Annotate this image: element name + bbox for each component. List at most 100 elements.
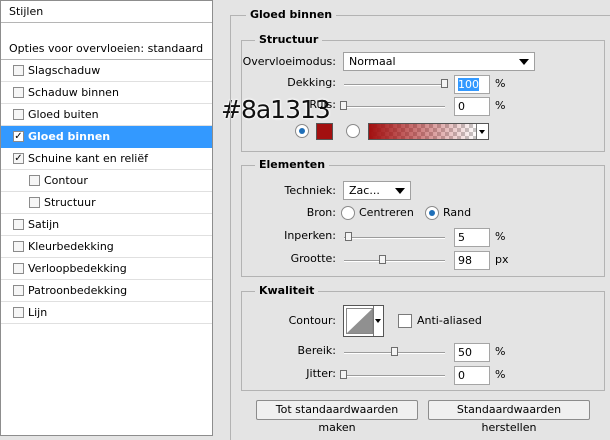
style-item-label: Gloed buiten [28, 108, 99, 121]
size-input[interactable]: 98 [454, 251, 490, 270]
choke-unit: % [495, 230, 506, 243]
choke-slider-thumb[interactable] [345, 232, 352, 241]
jitter-label: Jitter: [306, 367, 336, 380]
opacity-unit: % [495, 77, 506, 90]
chevron-down-icon [519, 59, 529, 65]
choke-value: 5 [458, 231, 465, 244]
style-checkbox[interactable]: ✓ [13, 131, 24, 142]
size-slider-track[interactable] [344, 260, 445, 262]
style-item-slagschaduw[interactable]: Slagschaduw [1, 60, 212, 82]
style-item-verloopbedekking[interactable]: Verloopbedekking [1, 258, 212, 280]
range-unit: % [495, 345, 506, 358]
noise-value: 0 [458, 100, 465, 113]
range-value: 50 [458, 346, 472, 359]
chevron-down-icon [375, 319, 381, 323]
source-center-label[interactable]: Centreren [359, 205, 414, 221]
style-checkbox[interactable] [13, 263, 24, 274]
opacity-slider-thumb[interactable] [441, 79, 448, 88]
style-item-structuur[interactable]: Structuur [1, 192, 212, 214]
choke-label: Inperken: [284, 229, 336, 242]
jitter-input[interactable]: 0 [454, 366, 490, 385]
gradient-picker[interactable] [368, 123, 489, 140]
choke-slider-track[interactable] [344, 237, 445, 239]
chevron-down-icon [395, 188, 405, 194]
contour-dropdown-button[interactable] [373, 306, 383, 336]
panel-title: Gloed binnen [246, 8, 337, 22]
opacity-value: 100 [458, 78, 479, 91]
choke-input[interactable]: 5 [454, 228, 490, 247]
noise-unit: % [495, 99, 506, 112]
style-checkbox[interactable] [13, 285, 24, 296]
style-item-label: Structuur [44, 196, 96, 209]
source-label: Bron: [306, 206, 336, 219]
opacity-label: Dekking: [287, 76, 336, 89]
range-label: Bereik: [297, 344, 337, 357]
solid-color-radio[interactable] [295, 124, 309, 138]
blending-options-item[interactable]: Opties voor overvloeien: standaard [1, 38, 212, 60]
style-item-kleurbedekking[interactable]: Kleurbedekking [1, 236, 212, 258]
blend-mode-label: Overvloeimodus: [242, 55, 336, 68]
elements-title: Elementen [255, 158, 330, 172]
style-checkbox[interactable] [13, 241, 24, 252]
glow-color-swatch[interactable] [316, 123, 333, 140]
style-checkbox[interactable] [13, 109, 24, 120]
reset-default-button[interactable]: Standaardwaarden herstellen [428, 400, 590, 434]
style-item-label: Contour [44, 174, 88, 187]
source-edge-label[interactable]: Rand [443, 205, 471, 221]
quality-title: Kwaliteit [255, 284, 319, 298]
style-checkbox[interactable] [13, 219, 24, 230]
source-center-radio[interactable] [341, 206, 355, 220]
jitter-slider-thumb[interactable] [340, 370, 347, 379]
style-item-lijn[interactable]: Lijn [1, 302, 212, 324]
contour-label: Contour: [288, 314, 336, 327]
style-checkbox[interactable] [13, 87, 24, 98]
style-checkbox[interactable] [29, 175, 40, 186]
style-item-schuine-kant-en-reli-f[interactable]: ✓ Schuine kant en reliëf [1, 148, 212, 170]
style-item-contour[interactable]: Contour [1, 170, 212, 192]
style-checkbox[interactable] [13, 65, 24, 76]
size-unit: px [495, 253, 509, 266]
style-item-label: Kleurbedekking [28, 240, 114, 253]
structure-title: Structuur [255, 33, 323, 47]
contour-picker[interactable] [343, 305, 384, 337]
size-label: Grootte: [290, 252, 336, 265]
size-slider-thumb[interactable] [379, 255, 386, 264]
gradient-dropdown-button[interactable] [476, 124, 488, 139]
chevron-down-icon [479, 130, 485, 134]
style-item-satijn[interactable]: Satijn [1, 214, 212, 236]
styles-header[interactable]: Stijlen [1, 1, 212, 23]
blend-mode-value: Normaal [349, 55, 396, 68]
size-value: 98 [458, 254, 472, 267]
style-checkbox[interactable] [13, 307, 24, 318]
anti-aliased-checkbox[interactable] [398, 314, 412, 328]
technique-dropdown[interactable]: Zac... [343, 181, 411, 200]
gradient-preview [369, 124, 477, 139]
anti-aliased-label[interactable]: Anti-aliased [417, 313, 482, 329]
style-item-patroonbedekking[interactable]: Patroonbedekking [1, 280, 212, 302]
noise-input[interactable]: 0 [454, 97, 490, 116]
noise-slider-thumb[interactable] [340, 101, 347, 110]
noise-slider-track[interactable] [344, 106, 445, 108]
styles-list: Stijlen Opties voor overvloeien: standaa… [0, 0, 213, 436]
source-edge-radio[interactable] [425, 206, 439, 220]
style-item-gloed-binnen[interactable]: ✓ Gloed binnen [1, 126, 212, 148]
opacity-slider-track[interactable] [344, 84, 445, 86]
jitter-slider-track[interactable] [344, 375, 445, 377]
style-item-label: Gloed binnen [28, 130, 111, 143]
style-item-label: Satijn [28, 218, 60, 231]
range-slider-thumb[interactable] [391, 347, 398, 356]
style-item-label: Schaduw binnen [28, 86, 119, 99]
style-checkbox[interactable] [29, 197, 40, 208]
opacity-input[interactable]: 100 [454, 75, 490, 94]
blend-mode-dropdown[interactable]: Normaal [343, 52, 535, 71]
style-item-schaduw-binnen[interactable]: Schaduw binnen [1, 82, 212, 104]
noise-label: Ruis: [309, 98, 336, 111]
style-checkbox[interactable]: ✓ [13, 153, 24, 164]
technique-label: Techniek: [284, 184, 336, 197]
range-input[interactable]: 50 [454, 343, 490, 362]
style-item-gloed-buiten[interactable]: Gloed buiten [1, 104, 212, 126]
style-item-label: Patroonbedekking [28, 284, 128, 297]
make-default-button[interactable]: Tot standaardwaarden maken [256, 400, 418, 434]
style-item-label: Schuine kant en reliëf [28, 152, 149, 165]
gradient-radio[interactable] [346, 124, 360, 138]
